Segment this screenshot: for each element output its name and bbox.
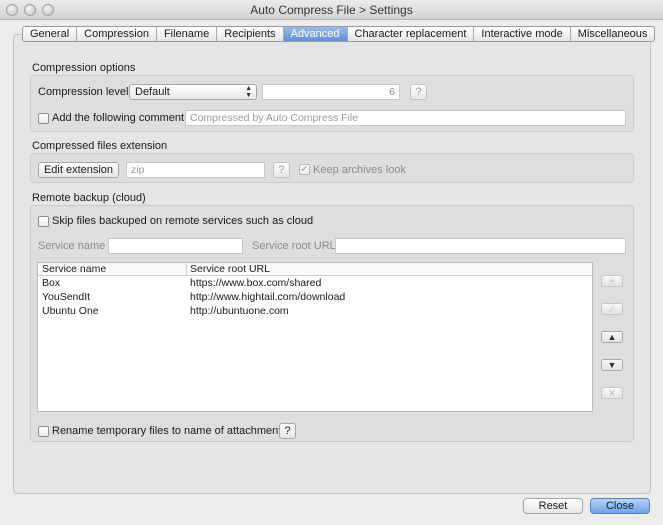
comment-checkbox-label: Add the following comment [52, 112, 185, 124]
table-row[interactable]: Box https://www.box.com/shared [38, 276, 592, 290]
window-title: Auto Compress File > Settings [250, 3, 413, 17]
add-service-button[interactable]: + [601, 275, 623, 287]
plus-icon: + [609, 276, 615, 286]
comment-field[interactable]: Compressed by Auto Compress File [185, 110, 626, 126]
move-down-button[interactable]: ▼ [601, 359, 623, 371]
rename-temp-files-label: Rename temporary files to name of attach… [52, 425, 282, 437]
extension-help-button[interactable]: ? [273, 162, 290, 178]
select-arrows-icon: ▲ ▼ [245, 85, 252, 99]
compression-level-help-button[interactable]: ? [410, 84, 427, 100]
rename-temp-files-checkbox[interactable] [38, 426, 49, 437]
table-cell-service-name: Box [42, 277, 61, 289]
tab-recipients[interactable]: Recipients [217, 27, 284, 41]
close-button[interactable]: Close [590, 498, 650, 514]
services-table-header: Service name Service root URL [38, 263, 592, 276]
table-cell-service-name: Ubuntu One [42, 305, 99, 317]
edit-extension-button[interactable]: Edit extension [38, 162, 119, 178]
table-row[interactable]: Ubuntu One http://ubuntuone.com [38, 304, 592, 318]
table-cell-service-url: https://www.box.com/shared [190, 277, 322, 289]
title-bar: Auto Compress File > Settings [0, 0, 663, 20]
keep-archives-look-checkbox[interactable]: ✓ [299, 164, 310, 175]
services-table: Service name Service root URL Box https:… [37, 262, 593, 412]
skip-remote-label: Skip files backuped on remote services s… [52, 215, 314, 227]
tab-character-replacement[interactable]: Character replacement [348, 27, 475, 41]
table-cell-service-url: http://www.hightail.com/download [190, 291, 346, 303]
edit-service-button[interactable]: ∕ [601, 303, 623, 315]
column-header-service-root-url[interactable]: Service root URL [186, 263, 270, 275]
rename-help-button[interactable]: ? [279, 423, 296, 439]
compression-level-value: Default [135, 86, 170, 98]
reset-button[interactable]: Reset [523, 498, 583, 514]
pencil-icon: ∕ [611, 304, 613, 314]
delete-icon: ✕ [608, 388, 616, 398]
table-row[interactable]: YouSendIt http://www.hightail.com/downlo… [38, 290, 592, 304]
remote-backup-title: Remote backup (cloud) [32, 192, 146, 204]
table-cell-service-name: YouSendIt [42, 291, 91, 303]
service-root-url-field[interactable] [335, 238, 626, 254]
delete-service-button[interactable]: ✕ [601, 387, 623, 399]
service-root-url-label: Service root URL [252, 240, 336, 252]
tab-bar: General Compression Filename Recipients … [22, 26, 656, 42]
column-header-service-name[interactable]: Service name [42, 263, 106, 275]
extension-field[interactable]: zip [126, 162, 265, 178]
tab-miscellaneous[interactable]: Miscellaneous [571, 27, 655, 41]
arrow-up-icon: ▲ [607, 332, 617, 342]
skip-remote-checkbox[interactable] [38, 216, 49, 227]
move-up-button[interactable]: ▲ [601, 331, 623, 343]
comment-checkbox[interactable] [38, 113, 49, 124]
tab-general[interactable]: General [23, 27, 78, 41]
compression-level-number-field[interactable]: 6 [262, 84, 400, 100]
tab-compression[interactable]: Compression [77, 27, 157, 41]
compression-options-title: Compression options [32, 62, 136, 74]
table-cell-service-url: http://ubuntuone.com [190, 305, 289, 317]
compression-level-label: Compression level [38, 86, 129, 98]
extension-section-title: Compressed files extension [32, 140, 168, 152]
tab-interactive-mode[interactable]: Interactive mode [474, 27, 571, 41]
arrow-down-icon: ▼ [607, 360, 617, 370]
compression-level-select[interactable]: Default ▲ ▼ [129, 84, 257, 100]
tab-advanced[interactable]: Advanced [283, 27, 348, 41]
service-name-field[interactable] [108, 238, 243, 254]
service-name-label: Service name [38, 240, 106, 252]
keep-archives-look-label: Keep archives look [313, 164, 406, 176]
tab-filename[interactable]: Filename [157, 27, 218, 41]
